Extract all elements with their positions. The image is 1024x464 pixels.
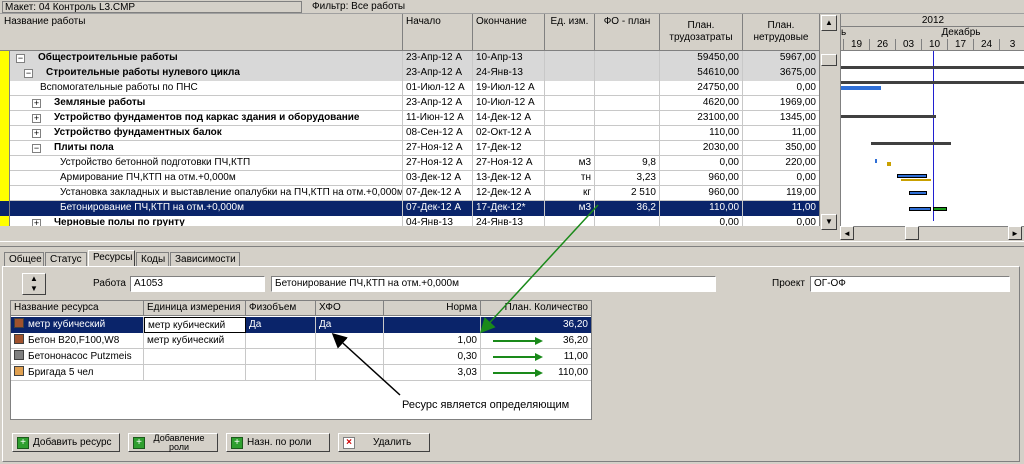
annotation-arrow — [331, 332, 401, 396]
delete-button[interactable]: × Удалить — [338, 433, 430, 452]
delete-icon: × — [343, 436, 355, 449]
add-resource-button[interactable]: + Добавить ресурс — [12, 433, 120, 452]
assign-icon: + — [231, 436, 243, 449]
add-icon: + — [133, 436, 145, 449]
add-role-button[interactable]: + Добавление роли — [128, 433, 218, 452]
delete-label: Удалить — [373, 436, 412, 448]
assign-by-role-button[interactable]: + Назн. по роли — [226, 433, 330, 452]
add-icon: + — [17, 436, 29, 449]
assign-by-role-label: Назн. по роли — [247, 436, 312, 448]
add-resource-label: Добавить ресурс — [33, 436, 112, 448]
green-link-arrow — [479, 204, 599, 334]
annotation-text: Ресурс является определяющим — [402, 399, 570, 411]
add-role-label: Добавление роли — [153, 432, 205, 452]
annotation-overlay — [331, 204, 599, 396]
